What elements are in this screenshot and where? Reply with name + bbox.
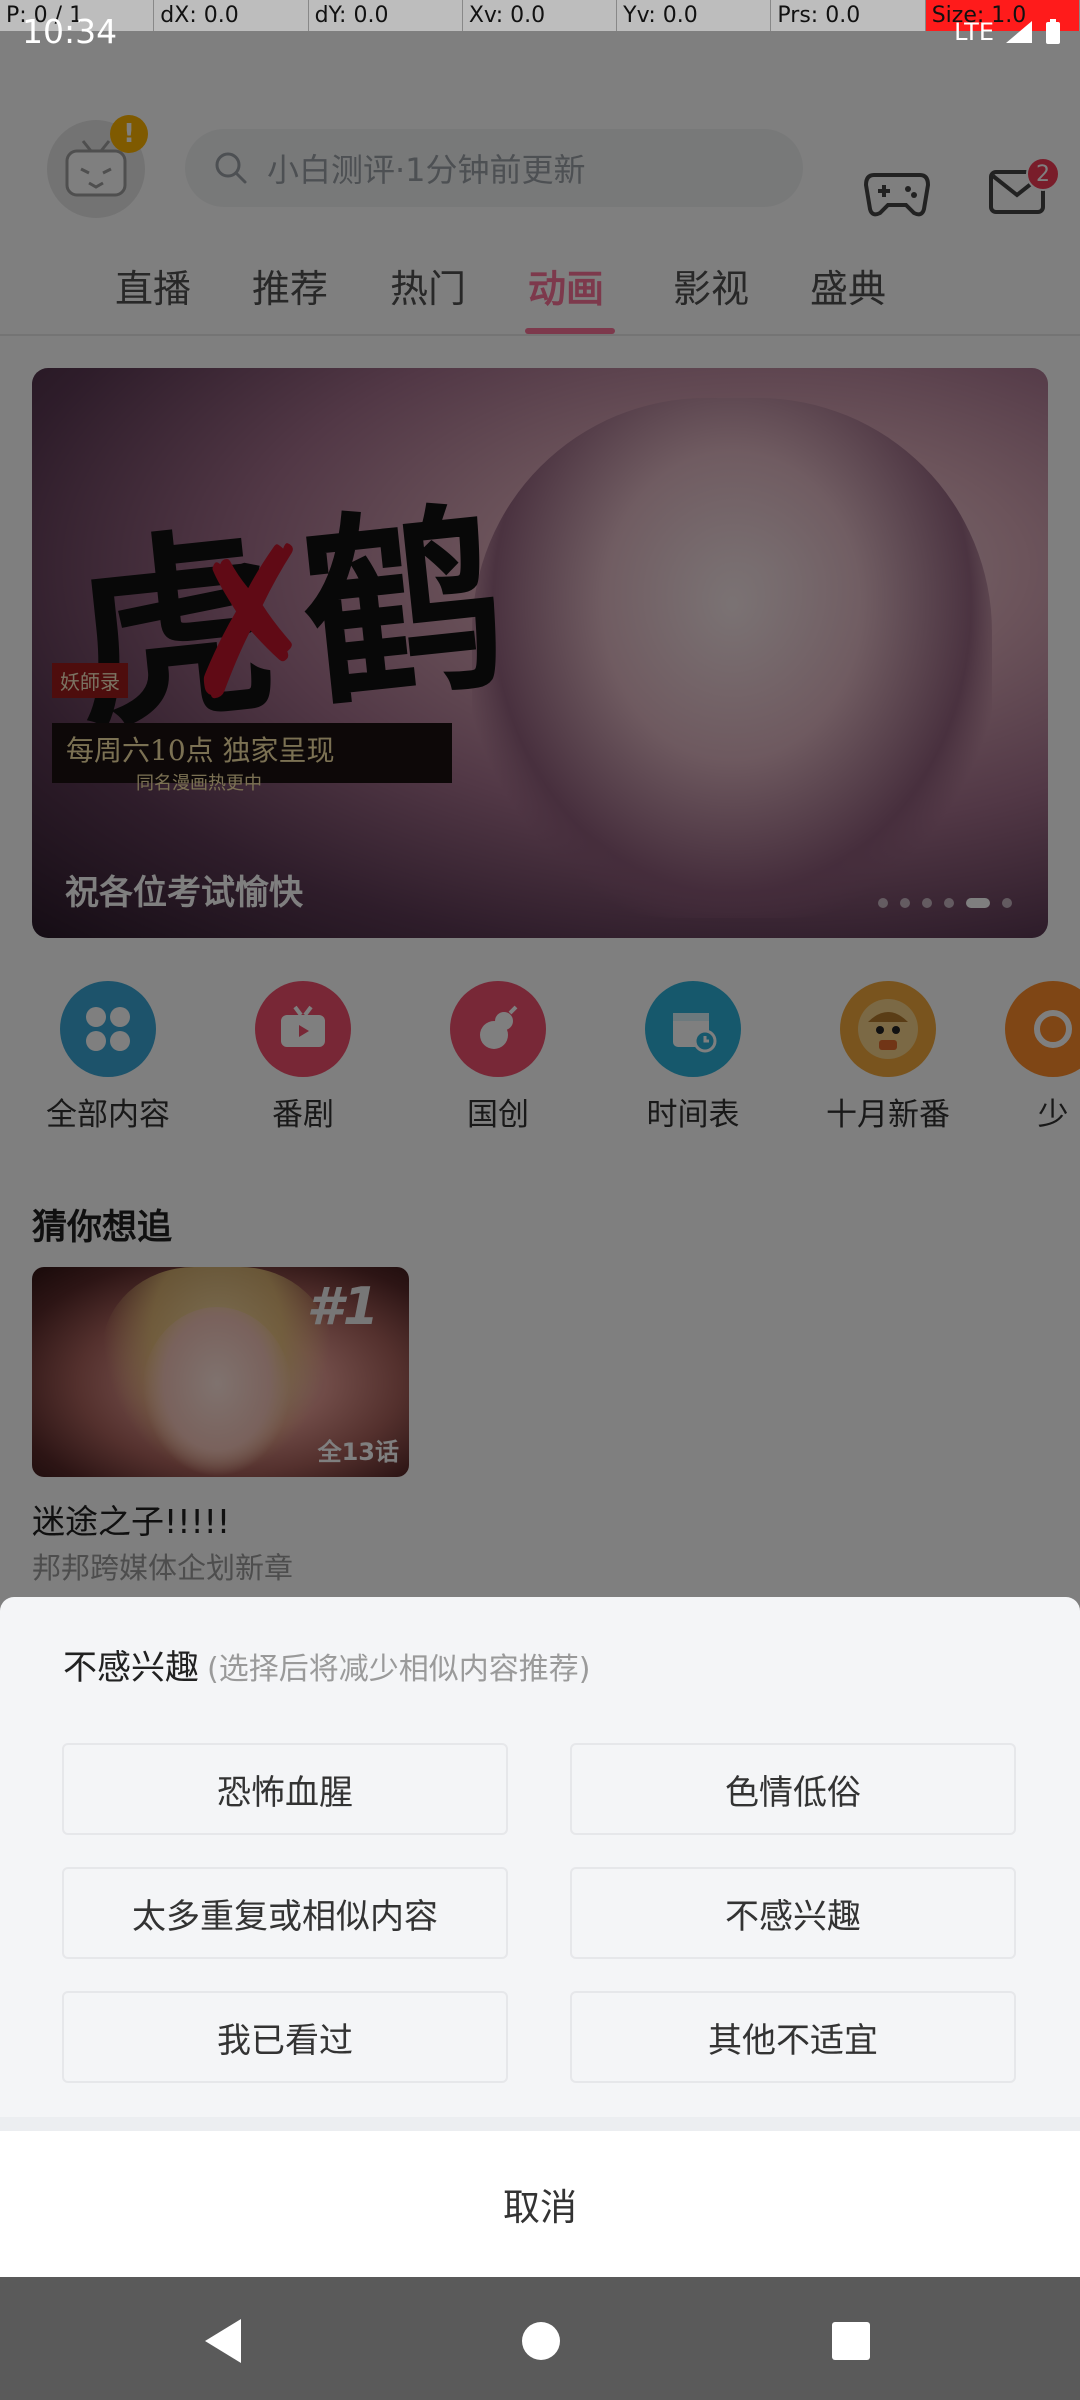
back-icon[interactable]: [205, 2319, 241, 2363]
reason-button-not-interested[interactable]: 不感兴趣: [570, 1867, 1016, 1959]
sheet-divider: [0, 2117, 1080, 2131]
pointer-dx: dX: 0.0: [154, 0, 309, 31]
cancel-button[interactable]: 取消: [0, 2131, 1080, 2277]
not-interested-sheet: 不感兴趣 (选择后将减少相似内容推荐) 恐怖血腥 色情低俗 太多重复或相似内容 不…: [0, 1597, 1080, 2277]
recents-icon[interactable]: [832, 2322, 870, 2360]
pointer-size: Size: 1.0: [925, 0, 1080, 31]
sheet-subtitle: (选择后将减少相似内容推荐): [207, 1652, 591, 1687]
pointer-yv: Yv: 0.0: [617, 0, 772, 31]
sheet-title: 不感兴趣 (选择后将减少相似内容推荐): [63, 1640, 590, 1689]
home-icon[interactable]: [522, 2322, 560, 2360]
pointer-count: P: 0 / 1: [0, 0, 155, 31]
reason-button-repetitive[interactable]: 太多重复或相似内容: [62, 1867, 508, 1959]
pointer-pressure: Prs: 0.0: [771, 0, 926, 31]
system-nav-bar: [0, 2277, 1080, 2400]
reason-button-gore[interactable]: 恐怖血腥: [62, 1743, 508, 1835]
pointer-location-overlay: P: 0 / 1 dX: 0.0 dY: 0.0 Xv: 0.0 Yv: 0.0…: [0, 0, 1080, 31]
pointer-dy: dY: 0.0: [309, 0, 463, 31]
pointer-xv: Xv: 0.0: [463, 0, 618, 31]
reason-button-other[interactable]: 其他不适宜: [570, 1991, 1016, 2083]
reason-button-watched[interactable]: 我已看过: [62, 1991, 508, 2083]
reason-button-vulgar[interactable]: 色情低俗: [570, 1743, 1016, 1835]
sheet-title-text: 不感兴趣: [63, 1648, 199, 1688]
